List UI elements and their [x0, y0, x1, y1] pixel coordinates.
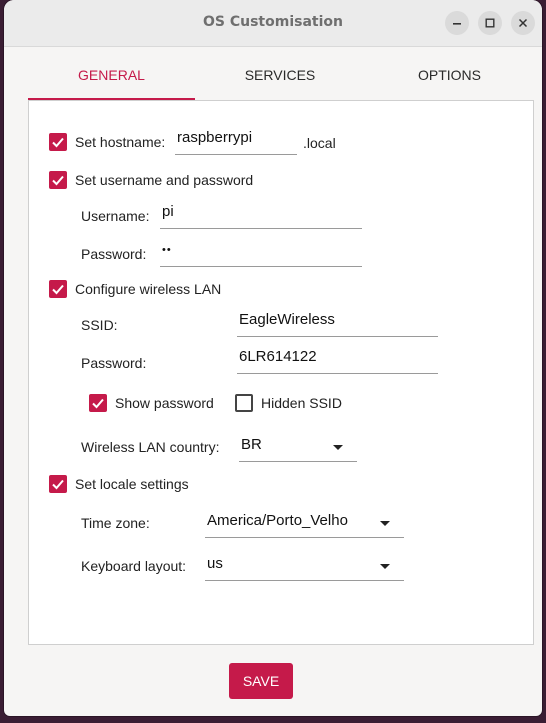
checkmark-icon [52, 479, 64, 490]
tab-general[interactable]: GENERAL [28, 50, 195, 100]
hostname-value: raspberrypi [177, 129, 253, 146]
wifi-country-label: Wireless LAN country: [81, 439, 220, 455]
wifi-password-input[interactable]: 6LR614122 [237, 347, 438, 374]
timezone-label: Time zone: [81, 515, 150, 531]
wifi-country-select[interactable]: BR [239, 433, 357, 462]
chevron-down-icon [380, 521, 390, 526]
timezone-select[interactable]: America/Porto_Velho [205, 509, 404, 538]
hidden-ssid-label: Hidden SSID [261, 395, 342, 411]
save-button[interactable]: SAVE [229, 663, 293, 699]
keyboard-value: us [207, 555, 223, 572]
wifi-checkbox[interactable] [49, 280, 67, 298]
hostname-checkbox[interactable] [49, 133, 67, 151]
user-label: Set username and password [75, 172, 254, 188]
timezone-value: America/Porto_Velho [207, 512, 348, 529]
username-input[interactable]: pi [160, 202, 362, 229]
maximize-icon [485, 18, 495, 28]
ssid-value: EagleWireless [239, 311, 335, 328]
general-panel: Set hostname: raspberrypi .local Set use… [28, 100, 534, 645]
minimize-icon [453, 23, 461, 25]
user-password-input[interactable]: •• [160, 240, 362, 267]
keyboard-label: Keyboard layout: [81, 558, 187, 574]
checkmark-icon [92, 398, 104, 409]
user-password-label: Password: [81, 246, 147, 262]
minimize-button[interactable] [445, 11, 469, 35]
close-icon [518, 18, 528, 28]
username-value: pi [162, 203, 174, 220]
user-checkbox[interactable] [49, 171, 67, 189]
locale-label: Set locale settings [75, 476, 189, 492]
ssid-label: SSID: [81, 317, 118, 333]
tab-options[interactable]: OPTIONS [365, 50, 534, 98]
ssid-input[interactable]: EagleWireless [237, 310, 438, 337]
checkmark-icon [52, 175, 64, 186]
keyboard-select[interactable]: us [205, 552, 404, 581]
close-button[interactable] [511, 11, 535, 35]
hostname-input[interactable]: raspberrypi [175, 128, 297, 155]
chevron-down-icon [380, 564, 390, 569]
show-password-label: Show password [115, 395, 214, 411]
hostname-suffix: .local [303, 135, 336, 151]
tab-bar: GENERAL SERVICES OPTIONS [28, 50, 534, 100]
wifi-label: Configure wireless LAN [75, 281, 222, 297]
user-password-value: •• [162, 244, 172, 256]
chevron-down-icon [333, 445, 343, 450]
username-label: Username: [81, 208, 150, 224]
checkmark-icon [52, 284, 64, 295]
wifi-password-label: Password: [81, 355, 147, 371]
checkmark-icon [52, 137, 64, 148]
wifi-password-value: 6LR614122 [239, 348, 317, 365]
wifi-country-value: BR [241, 436, 262, 453]
locale-checkbox[interactable] [49, 475, 67, 493]
show-password-checkbox[interactable] [89, 394, 107, 412]
tab-services[interactable]: SERVICES [195, 50, 365, 98]
title-bar[interactable]: OS Customisation [4, 0, 542, 47]
hidden-ssid-checkbox[interactable] [235, 394, 253, 412]
os-customisation-window: OS Customisation GENERAL SERVICES OPTION… [4, 0, 542, 716]
maximize-button[interactable] [478, 11, 502, 35]
hostname-label: Set hostname: [75, 134, 166, 150]
